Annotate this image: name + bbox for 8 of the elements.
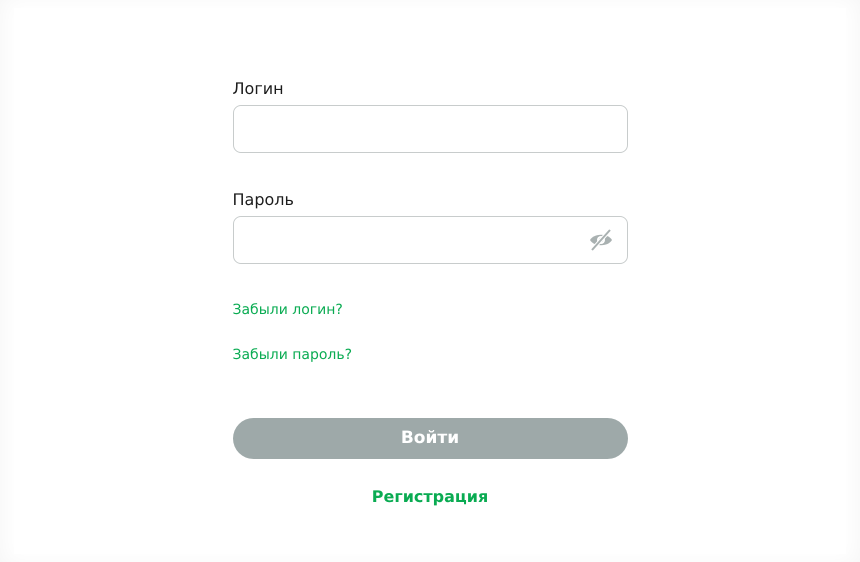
- field-label: Логин: [232, 78, 285, 100]
- login-field[interactable]: [232, 105, 628, 153]
- forgot-link[interactable]: Забыли логин?: [232, 300, 343, 321]
- field-label: Пароль: [232, 189, 295, 211]
- password-field[interactable]: [232, 216, 628, 264]
- eye-slash-icon[interactable]: [588, 229, 612, 251]
- register-link[interactable]: Регистрация: [372, 487, 488, 506]
- forgot-link[interactable]: Забыли пароль?: [232, 345, 352, 366]
